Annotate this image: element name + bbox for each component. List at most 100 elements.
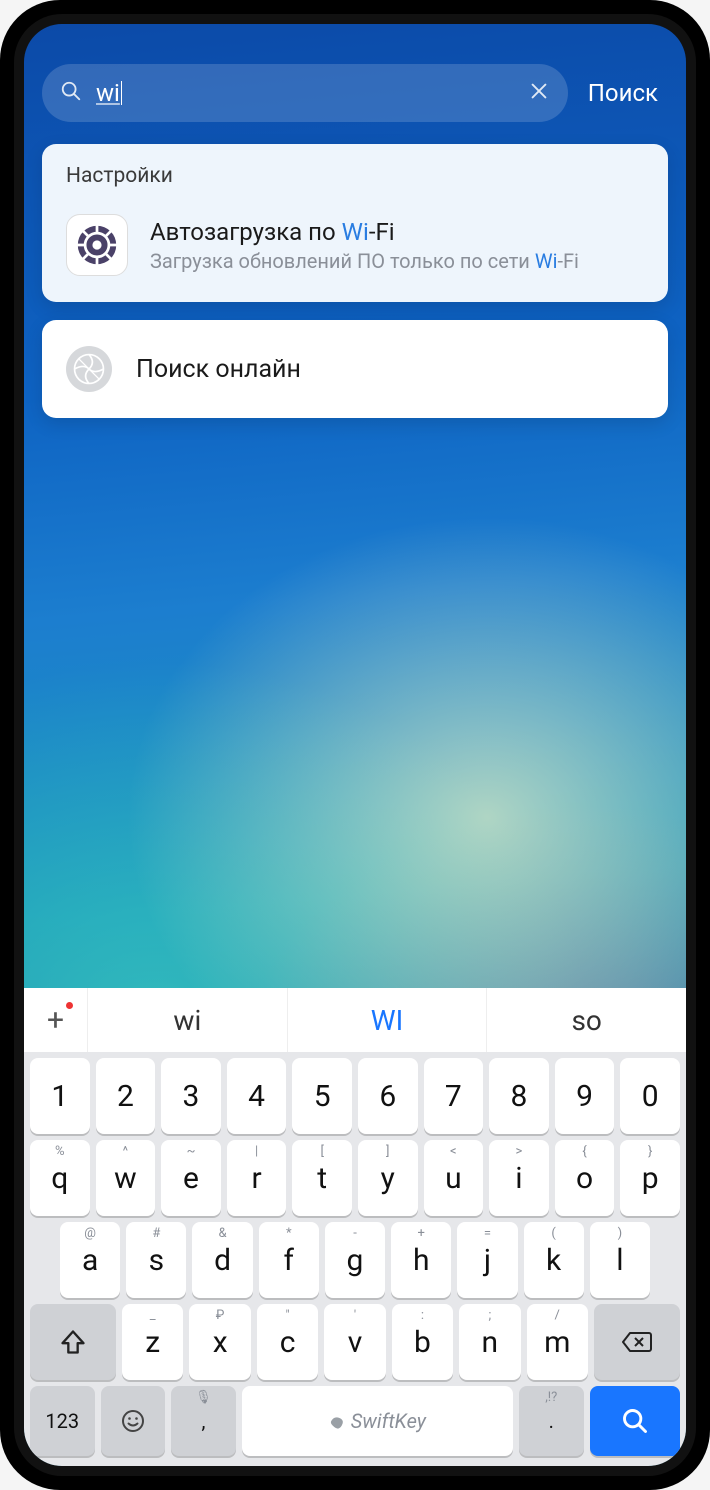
search-button[interactable]: Поиск <box>584 79 668 107</box>
key-x[interactable]: ₽x <box>189 1304 250 1380</box>
result-item[interactable]: Автозагрузка по Wi-Fi Загрузка обновлени… <box>42 200 668 302</box>
key-secondary: ] <box>386 1144 389 1159</box>
emoji-key[interactable] <box>101 1386 166 1456</box>
settings-result-card: Настройки <box>42 144 668 302</box>
key-0[interactable]: 0 <box>620 1058 680 1134</box>
key-secondary: = <box>484 1226 491 1241</box>
key-9[interactable]: 9 <box>555 1058 615 1134</box>
screen: wi Поиск Настройки <box>24 24 686 1466</box>
key-e[interactable]: ~e <box>161 1140 221 1216</box>
key-3[interactable]: 3 <box>161 1058 221 1134</box>
search-field[interactable]: wi <box>42 64 568 122</box>
key-secondary: ; <box>488 1308 491 1323</box>
key-label: y <box>381 1161 395 1196</box>
key-6[interactable]: 6 <box>358 1058 418 1134</box>
key-u[interactable]: <u <box>424 1140 484 1216</box>
key-secondary: ₽ <box>216 1308 225 1323</box>
key-y[interactable]: ]y <box>358 1140 418 1216</box>
key-c[interactable]: "c <box>257 1304 318 1380</box>
notification-dot <box>66 1002 73 1009</box>
phone-frame: wi Поиск Настройки <box>0 0 710 1490</box>
key-q[interactable]: %q <box>30 1140 90 1216</box>
key-l[interactable]: )l <box>590 1222 650 1298</box>
key-label: 7 <box>445 1079 462 1114</box>
suggestion-1[interactable]: wi <box>88 988 288 1052</box>
key-z[interactable]: _z <box>122 1304 183 1380</box>
key-r[interactable]: |r <box>227 1140 287 1216</box>
key-label: 2 <box>117 1079 134 1114</box>
backspace-icon <box>621 1329 653 1355</box>
space-key[interactable]: SwiftKey <box>242 1386 513 1456</box>
key-secondary: ) <box>618 1226 623 1241</box>
key-j[interactable]: =j <box>457 1222 517 1298</box>
key-label: s <box>149 1243 164 1278</box>
key-1[interactable]: 1 <box>30 1058 90 1134</box>
key-label: w <box>114 1161 137 1196</box>
key-label: n <box>482 1325 499 1360</box>
key-label: p <box>642 1161 659 1196</box>
key-label: 0 <box>642 1079 659 1114</box>
online-search-card[interactable]: Поиск онлайн <box>42 320 668 418</box>
suggestion-expand[interactable]: + <box>24 988 88 1052</box>
key-secondary: < <box>450 1144 457 1159</box>
search-icon <box>621 1407 649 1435</box>
comma-key[interactable]: 🎙, <box>171 1386 236 1456</box>
shift-key[interactable] <box>30 1304 116 1380</box>
key-p[interactable]: }p <box>620 1140 680 1216</box>
globe-icon <box>66 346 112 392</box>
key-secondary: / <box>555 1308 560 1323</box>
text-cursor <box>121 81 122 105</box>
key-i[interactable]: >i <box>489 1140 549 1216</box>
key-label: f <box>284 1243 294 1278</box>
key-secondary: - <box>353 1226 357 1241</box>
key-4[interactable]: 4 <box>227 1058 287 1134</box>
key-secondary: @ <box>84 1226 96 1241</box>
key-label: z <box>145 1325 160 1360</box>
key-f[interactable]: *f <box>259 1222 319 1298</box>
key-secondary: ^ <box>123 1144 128 1159</box>
key-secondary: & <box>219 1226 227 1241</box>
key-secondary: : <box>421 1308 424 1323</box>
suggestion-3[interactable]: so <box>487 988 686 1052</box>
key-a[interactable]: @a <box>60 1222 120 1298</box>
key-o[interactable]: {o <box>555 1140 615 1216</box>
search-icon <box>60 80 82 106</box>
key-s[interactable]: #s <box>126 1222 186 1298</box>
key-7[interactable]: 7 <box>424 1058 484 1134</box>
key-5[interactable]: 5 <box>292 1058 352 1134</box>
mode-123-key[interactable]: 123 <box>30 1386 95 1456</box>
mic-icon: 🎙 <box>195 1390 212 1405</box>
key-label: v <box>348 1325 363 1360</box>
key-secondary: # <box>152 1226 160 1241</box>
key-m[interactable]: /m <box>527 1304 588 1380</box>
key-t[interactable]: [t <box>292 1140 352 1216</box>
emoji-icon <box>121 1409 145 1433</box>
key-8[interactable]: 8 <box>489 1058 549 1134</box>
key-secondary: ' <box>354 1308 356 1323</box>
key-b[interactable]: :b <box>392 1304 453 1380</box>
key-v[interactable]: 'v <box>324 1304 385 1380</box>
key-2[interactable]: 2 <box>96 1058 156 1134</box>
key-secondary: + <box>418 1226 425 1241</box>
search-key[interactable] <box>590 1386 680 1456</box>
key-k[interactable]: (k <box>524 1222 584 1298</box>
result-title: Автозагрузка по Wi-Fi <box>150 218 579 246</box>
period-key[interactable]: ,!?. <box>519 1386 584 1456</box>
key-label: 8 <box>511 1079 528 1114</box>
backspace-key[interactable] <box>594 1304 680 1380</box>
key-h[interactable]: +h <box>391 1222 451 1298</box>
key-secondary: _ <box>150 1308 156 1323</box>
key-g[interactable]: -g <box>325 1222 385 1298</box>
key-label: e <box>183 1161 199 1196</box>
key-label: h <box>413 1243 430 1278</box>
key-label: r <box>251 1161 261 1196</box>
settings-gear-icon <box>66 214 128 276</box>
key-secondary: " <box>285 1308 289 1323</box>
key-label: x <box>213 1325 228 1360</box>
suggestion-2[interactable]: WI <box>288 988 488 1052</box>
key-label: 3 <box>183 1079 200 1114</box>
key-w[interactable]: ^w <box>96 1140 156 1216</box>
clear-icon[interactable] <box>528 80 550 106</box>
key-d[interactable]: &d <box>192 1222 252 1298</box>
key-n[interactable]: ;n <box>459 1304 520 1380</box>
